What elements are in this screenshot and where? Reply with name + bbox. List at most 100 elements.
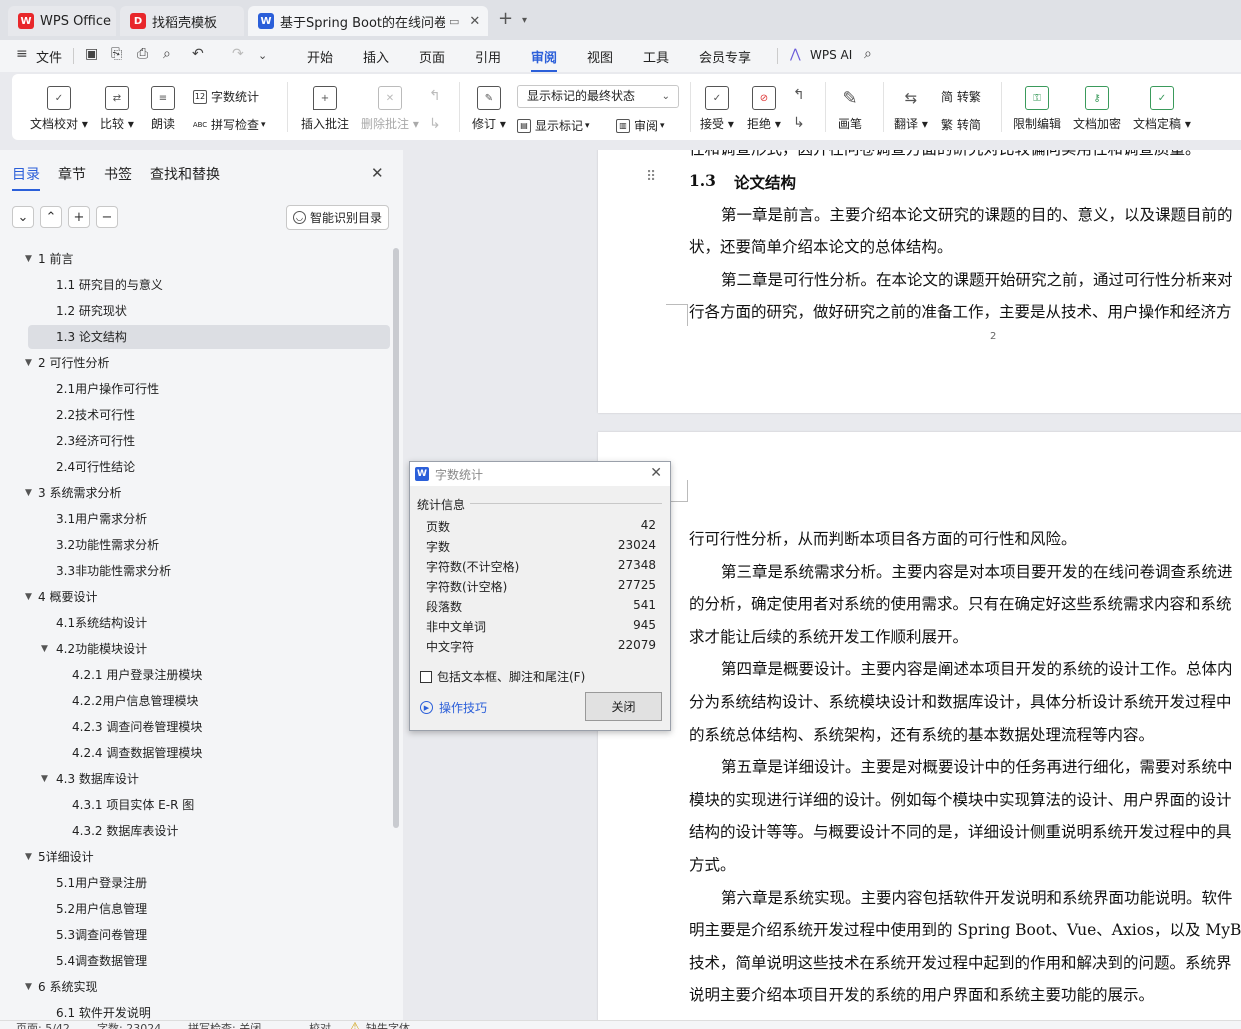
toc-item[interactable]: ▼ 4.2功能模块设计	[0, 637, 390, 661]
toc-item[interactable]: ▼ 2 可行性分析	[0, 351, 390, 375]
share-icon[interactable]: ⎘	[111, 46, 122, 62]
expand-arrow-icon[interactable]: ▼	[25, 845, 32, 869]
markup-state-select[interactable]: 显示标记的最终状态 ⌄	[517, 85, 679, 108]
read-aloud-button[interactable]: ≡ 朗读	[151, 86, 175, 132]
expand-arrow-icon[interactable]: ▼	[41, 637, 48, 661]
accept-button[interactable]: ✓ 接受 ▾	[700, 86, 734, 132]
spell-check-button[interactable]: ABC 拼写检查 ▾	[193, 116, 266, 133]
tab-bookmarks[interactable]: 书签	[104, 164, 132, 184]
menu-file[interactable]: 文件	[36, 47, 62, 66]
redo-icon[interactable]: ↷	[232, 46, 244, 62]
tab-docer-templates[interactable]: D 找稻壳模板	[120, 6, 244, 36]
tab-current-document[interactable]: W 基于Spring Boot的在线问卷 ▭ ✕	[248, 6, 488, 36]
toc-item[interactable]: 2.1用户操作可行性	[0, 377, 390, 401]
add-heading-button[interactable]: +	[68, 206, 90, 228]
show-markup-button[interactable]: ▤ 显示标记 ▾	[517, 117, 590, 134]
restrict-edit-button[interactable]: ⚿ 限制编辑	[1013, 86, 1061, 132]
expand-button[interactable]: ⌃	[40, 206, 62, 228]
pen-button[interactable]: ✎ 画笔	[838, 86, 862, 132]
print-preview-icon[interactable]: ⌕	[163, 46, 171, 62]
menu-page[interactable]: 页面	[419, 47, 445, 66]
status-spell[interactable]: 拼写检查: 关闭	[188, 1021, 261, 1029]
toc-item[interactable]: 1.3 论文结构	[28, 325, 390, 349]
toc-item[interactable]: ▼ 5详细设计	[0, 845, 390, 869]
insert-comment-button[interactable]: + 插入批注	[301, 86, 349, 132]
toc-item[interactable]: ▼ 4 概要设计	[0, 585, 390, 609]
toc-item[interactable]: 2.3经济可行性	[0, 429, 390, 453]
close-button[interactable]: 关闭	[585, 692, 662, 721]
toc-item[interactable]: ▼ 6 系统实现	[0, 975, 390, 999]
expand-arrow-icon[interactable]: ▼	[25, 975, 32, 999]
doc-finalize-button[interactable]: ✓ 文档定稿 ▾	[1133, 86, 1191, 132]
checkbox-box[interactable]	[420, 670, 432, 683]
new-tab-icon[interactable]: +	[498, 8, 513, 29]
print-icon[interactable]: ⎙	[137, 46, 148, 62]
chevron-down-icon[interactable]: ▾	[522, 15, 527, 26]
toc-item[interactable]: ▼ 4.3 数据库设计	[0, 767, 390, 791]
next-change-icon[interactable]: ↳	[793, 115, 805, 131]
tab-wps-office[interactable]: W WPS Office	[8, 6, 116, 36]
toc-item[interactable]: 4.2.1 用户登录注册模块	[0, 663, 390, 687]
status-proof[interactable]: 校对	[309, 1021, 331, 1029]
expand-arrow-icon[interactable]: ▼	[41, 767, 48, 791]
undo-icon[interactable]: ↶	[192, 46, 204, 62]
translate-button[interactable]: ⇆ 翻译 ▾	[894, 86, 928, 132]
expand-arrow-icon[interactable]: ▼	[25, 585, 32, 609]
tab-find-replace[interactable]: 查找和替换	[150, 164, 220, 184]
toc-item[interactable]: 1.1 研究目的与意义	[0, 273, 390, 297]
close-tab-icon[interactable]: ✕	[469, 14, 480, 29]
menu-insert[interactable]: 插入	[363, 47, 389, 66]
smart-toc-button[interactable]: ◡ 智能识别目录	[286, 205, 389, 230]
toc-item[interactable]: 3.3非功能性需求分析	[0, 559, 390, 583]
status-words[interactable]: 字数: 23024	[97, 1021, 161, 1029]
status-missing-font[interactable]: 缺失字体	[366, 1021, 410, 1029]
prev-change-icon[interactable]: ↰	[793, 87, 805, 103]
compare-button[interactable]: ⇄ 比较 ▾	[100, 86, 134, 132]
search-icon[interactable]: ⌕	[864, 46, 872, 62]
reject-button[interactable]: ⊘ 拒绝 ▾	[747, 86, 781, 132]
toc-item[interactable]: 3.2功能性需求分析	[0, 533, 390, 557]
word-count-button[interactable]: 12 字数统计	[193, 88, 259, 105]
chevron-down-icon[interactable]: ⌄	[258, 49, 267, 62]
next-comment-icon[interactable]: ↳	[429, 116, 441, 132]
toc-scrollbar[interactable]	[393, 248, 399, 828]
to-simplified-button[interactable]: 繁 转简	[941, 116, 981, 133]
toc-item[interactable]: 4.3.2 数据库表设计	[0, 819, 390, 843]
toc-item[interactable]: 4.2.2用户信息管理模块	[0, 689, 390, 713]
toc-item[interactable]: 4.2.3 调查问卷管理模块	[0, 715, 390, 739]
toc-item[interactable]: 3.1用户需求分析	[0, 507, 390, 531]
menu-home[interactable]: 开始	[307, 47, 333, 66]
review-pane-button[interactable]: ▥ 审阅 ▾	[616, 117, 665, 134]
toc-item[interactable]: 4.1系统结构设计	[0, 611, 390, 635]
menu-wps-ai[interactable]: WPS AI	[810, 48, 852, 62]
toc-item[interactable]: 2.2技术可行性	[0, 403, 390, 427]
revise-button[interactable]: ✎ 修订 ▾	[472, 86, 506, 132]
toc-item[interactable]: 5.3调查问卷管理	[0, 923, 390, 947]
collapse-button[interactable]: ⌄	[12, 206, 34, 228]
doc-encrypt-button[interactable]: ⚷ 文档加密	[1073, 86, 1121, 132]
toc-item[interactable]: 4.2.4 调查数据管理模块	[0, 741, 390, 765]
toc-item[interactable]: 2.4可行性结论	[0, 455, 390, 479]
drag-handle-icon[interactable]: ⠿	[646, 169, 656, 185]
menu-references[interactable]: 引用	[475, 47, 501, 66]
close-icon[interactable]: ✕	[650, 465, 662, 481]
delete-comment-button[interactable]: ✕ 删除批注 ▾	[361, 86, 419, 132]
expand-arrow-icon[interactable]: ▼	[25, 481, 32, 505]
menu-review[interactable]: 审阅	[531, 47, 558, 72]
menu-tools[interactable]: 工具	[643, 47, 669, 66]
include-footnotes-checkbox[interactable]: 包括文本框、脚注和尾注(F)	[420, 668, 585, 685]
window-icon[interactable]: ▭	[449, 15, 459, 28]
menu-view[interactable]: 视图	[587, 47, 613, 66]
doc-check-button[interactable]: ✓ 文档校对 ▾	[30, 86, 88, 132]
toc-item[interactable]: 5.1用户登录注册	[0, 871, 390, 895]
toc-item[interactable]: ▼ 3 系统需求分析	[0, 481, 390, 505]
tab-sections[interactable]: 章节	[58, 164, 86, 184]
toc-item[interactable]: 4.3.1 项目实体 E-R 图	[0, 793, 390, 817]
tab-toc[interactable]: 目录	[12, 164, 40, 191]
expand-arrow-icon[interactable]: ▼	[25, 351, 32, 375]
prev-comment-icon[interactable]: ↰	[429, 88, 441, 104]
close-pane-icon[interactable]: ✕	[371, 164, 384, 182]
expand-arrow-icon[interactable]: ▼	[25, 247, 32, 271]
tips-link[interactable]: ▶ 操作技巧	[420, 699, 487, 716]
remove-heading-button[interactable]: −	[96, 206, 118, 228]
